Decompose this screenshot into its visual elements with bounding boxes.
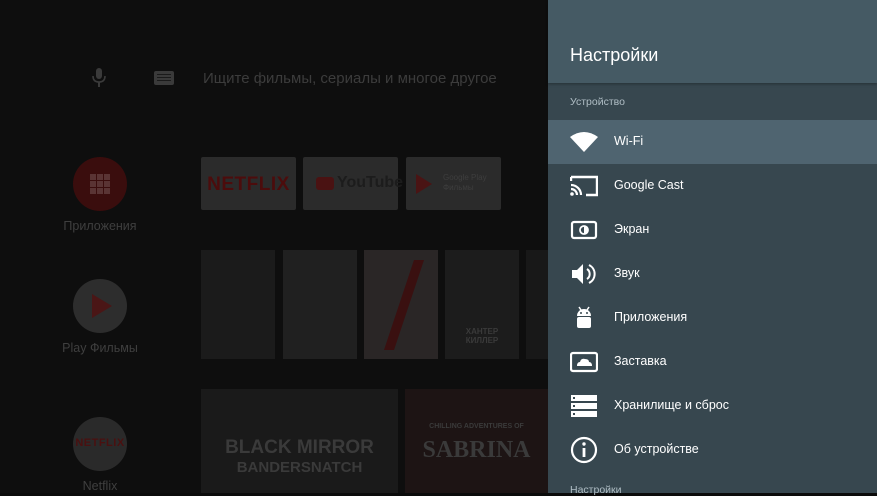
- banner-subtitle: BANDERSNATCH: [236, 459, 363, 476]
- google-play-icon: [416, 174, 432, 194]
- settings-item-wifi[interactable]: Wi-Fi: [548, 120, 877, 164]
- settings-item-apps[interactable]: Приложения: [548, 296, 877, 340]
- content-banner-black-mirror[interactable]: BLACK MIRROR BANDERSNATCH: [201, 389, 398, 493]
- settings-item-display[interactable]: Экран: [548, 208, 877, 252]
- settings-item-label: Звук: [614, 266, 640, 280]
- movie-poster[interactable]: [364, 250, 438, 359]
- side-app-label: Play Фильмы: [62, 341, 138, 355]
- side-app-label: Netflix: [82, 479, 118, 493]
- poster-art: [384, 260, 424, 350]
- movie-poster[interactable]: ХАНТЕР КИЛЛЕР: [445, 250, 519, 359]
- movie-poster[interactable]: [283, 250, 357, 359]
- side-app-apps[interactable]: Приложения: [50, 157, 150, 233]
- settings-item-about[interactable]: Об устройстве: [548, 428, 877, 472]
- section-header-settings: Настройки: [570, 484, 622, 496]
- android-icon: [577, 306, 591, 328]
- settings-item-label: Хранилище и сброс: [614, 398, 729, 412]
- cast-icon: [570, 175, 598, 197]
- settings-item-label: Экран: [614, 222, 650, 236]
- movie-poster[interactable]: [201, 250, 275, 359]
- poster-title: ХАНТЕР КИЛЛЕР: [465, 327, 499, 345]
- keyboard-icon[interactable]: [154, 71, 174, 85]
- apps-grid-icon: [73, 157, 127, 211]
- display-icon: [570, 220, 598, 240]
- settings-item-label: Заставка: [614, 354, 667, 368]
- banner-title: SABRINA: [422, 437, 531, 463]
- home-screen-dimmed: Ищите фильмы, сериалы и многое другое Пр…: [0, 0, 548, 493]
- content-banner-sabrina[interactable]: CHILLING ADVENTURES OF SABRINA: [405, 389, 548, 493]
- app-tile-google-play-movies[interactable]: Google Play Фильмы: [406, 157, 501, 210]
- netflix-mini-text: NETFLIX: [75, 437, 125, 449]
- settings-title: Настройки: [570, 45, 659, 65]
- screensaver-icon: [570, 351, 598, 373]
- netflix-logo-icon: NETFLIX: [73, 417, 127, 471]
- settings-item-label: Об устройстве: [614, 442, 699, 456]
- settings-item-storage-reset[interactable]: Хранилище и сброс: [548, 384, 877, 428]
- settings-item-label: Wi-Fi: [614, 134, 644, 148]
- app-tile-netflix[interactable]: NETFLIX: [201, 157, 296, 210]
- settings-item-screensaver[interactable]: Заставка: [548, 340, 877, 384]
- settings-panel: Настройки Устройство Wi-Fi Google Cast Э…: [548, 0, 877, 496]
- side-app-play-movies[interactable]: Play Фильмы: [50, 279, 150, 355]
- app-tile-youtube[interactable]: YouTube: [303, 157, 403, 210]
- settings-item-sound[interactable]: Звук: [548, 252, 877, 296]
- settings-item-label: Приложения: [614, 310, 688, 324]
- section-header-device: Устройство: [570, 96, 625, 108]
- settings-header: Настройки: [548, 0, 877, 83]
- settings-item-label: Google Cast: [614, 178, 684, 192]
- volume-icon: [572, 264, 596, 284]
- search-placeholder: Ищите фильмы, сериалы и многое другое: [203, 70, 497, 87]
- info-icon: [570, 436, 598, 464]
- settings-item-google-cast[interactable]: Google Cast: [548, 164, 877, 208]
- movie-poster[interactable]: [526, 250, 548, 359]
- microphone-icon[interactable]: [92, 68, 106, 88]
- netflix-tile-text: NETFLIX: [207, 174, 290, 195]
- banner-subtitle: CHILLING ADVENTURES OF: [429, 423, 524, 430]
- side-app-label: Приложения: [63, 219, 137, 233]
- youtube-logo-icon: [316, 177, 334, 190]
- wifi-icon: [570, 132, 598, 152]
- side-app-netflix[interactable]: NETFLIX Netflix: [50, 417, 150, 493]
- storage-icon: [571, 395, 597, 417]
- banner-title: BLACK MIRROR: [225, 437, 374, 458]
- gplay-tile-text: Google Play Фильмы: [443, 173, 487, 192]
- youtube-tile-text: YouTube: [337, 174, 404, 191]
- play-movies-icon: [73, 279, 127, 333]
